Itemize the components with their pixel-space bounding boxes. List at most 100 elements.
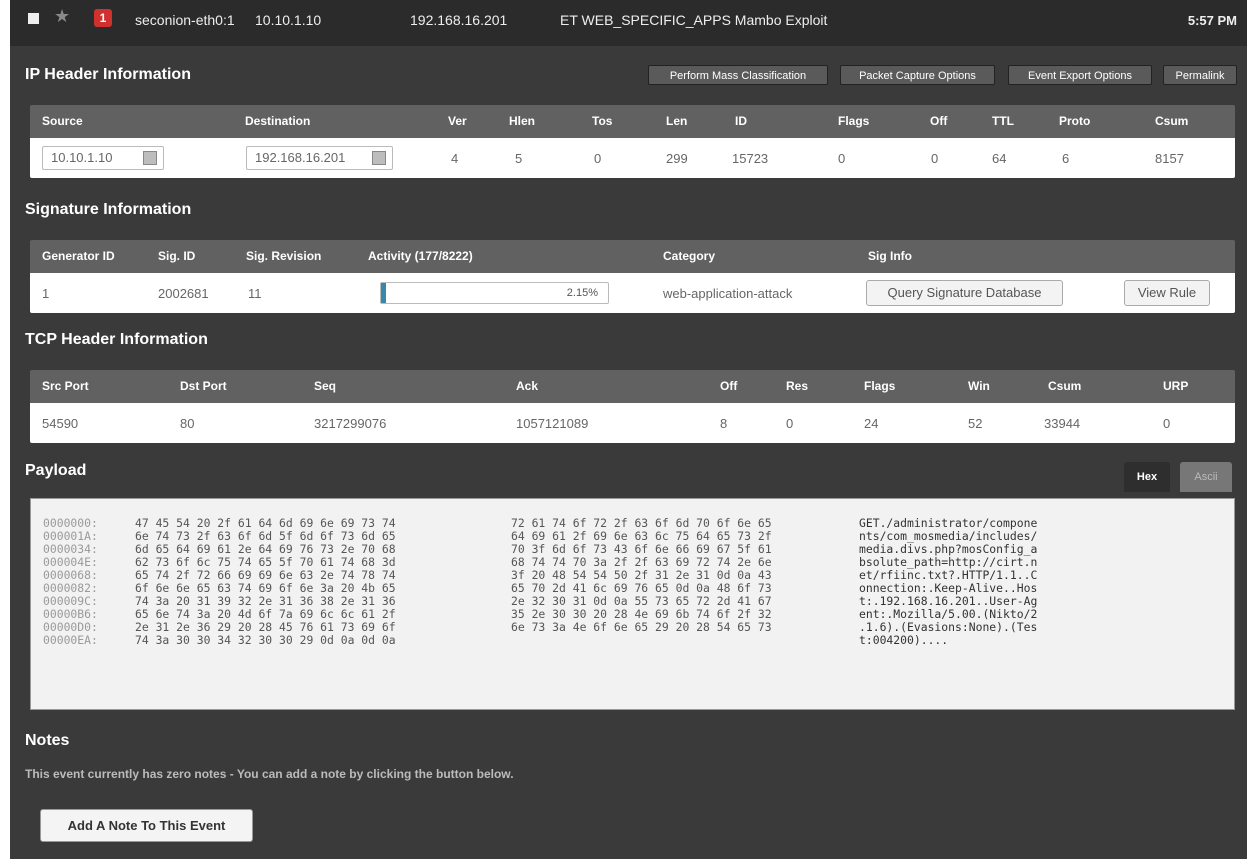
ip-header-title: IP Header Information — [25, 66, 191, 83]
destination-ip: 192.168.16.201 — [410, 12, 508, 28]
col-ack: Ack — [516, 379, 539, 393]
signature-info-title: Signature Information — [25, 201, 192, 218]
event-detail-panel: ★ 1 seconion-eth0:1 10.10.1.10 192.168.1… — [10, 0, 1247, 859]
table-row: 54590 80 3217299076 1057121089 8 0 24 52… — [30, 403, 1235, 443]
mass-classification-button[interactable]: Perform Mass Classification — [648, 65, 828, 85]
notes-empty-message: This event currently has zero notes - Yo… — [25, 767, 514, 781]
res-value: 0 — [786, 416, 794, 431]
activity-percent: 2.15% — [566, 287, 598, 299]
destination-ip-field[interactable]: 192.168.16.201 — [246, 146, 393, 170]
tcp-header-table: Src Port Dst Port Seq Ack Off Res Flags … — [30, 370, 1235, 443]
destination-ip-value: 192.168.16.201 — [255, 150, 346, 165]
sig-revision-value: 11 — [248, 286, 262, 301]
payload-hex-right: 6e 73 3a 4e 6f 6e 65 29 20 28 54 65 73 — [511, 620, 772, 634]
sensor-name: seconion-eth0:1 — [135, 12, 235, 28]
ver-value: 4 — [451, 151, 459, 166]
source-ip: 10.10.1.10 — [255, 12, 322, 28]
off-value: 8 — [720, 416, 728, 431]
payload-address: 00000EA: — [43, 633, 98, 647]
len-value: 299 — [666, 151, 688, 166]
tos-value: 0 — [594, 151, 602, 166]
event-header-bar[interactable]: ★ 1 seconion-eth0:1 10.10.1.10 192.168.1… — [10, 0, 1247, 46]
col-src-port: Src Port — [42, 379, 89, 393]
col-win: Win — [968, 379, 990, 393]
signature-info-table: Generator ID Sig. ID Sig. Revision Activ… — [30, 240, 1235, 313]
col-generator-id: Generator ID — [42, 249, 115, 263]
source-ip-value: 10.10.1.10 — [51, 150, 113, 165]
col-flags: Flags — [864, 379, 896, 393]
col-source: Source — [42, 114, 83, 128]
source-ip-field[interactable]: 10.10.1.10 — [42, 146, 164, 170]
tcp-header-title: TCP Header Information — [25, 331, 208, 348]
col-ttl: TTL — [992, 114, 1014, 128]
col-activity: Activity (177/8222) — [368, 249, 473, 263]
csum-value: 33944 — [1044, 416, 1081, 431]
flags-value: 24 — [864, 416, 879, 431]
table-header: Source Destination Ver Hlen Tos Len ID F… — [30, 105, 1235, 138]
urp-value: 0 — [1163, 416, 1171, 431]
signature-name: ET WEB_SPECIFIC_APPS Mambo Exploit — [560, 12, 828, 28]
square-icon[interactable] — [143, 151, 157, 165]
col-off: Off — [720, 379, 738, 393]
col-seq: Seq — [314, 379, 337, 393]
off-value: 0 — [931, 151, 939, 166]
event-export-options-button[interactable]: Event Export Options — [1008, 65, 1152, 85]
event-time: 5:57 PM — [1187, 13, 1237, 28]
col-urp: URP — [1163, 379, 1189, 393]
col-csum: Csum — [1155, 114, 1189, 128]
col-flags: Flags — [838, 114, 870, 128]
tab-hex[interactable]: Hex — [1124, 462, 1170, 492]
tab-ascii[interactable]: Ascii — [1180, 462, 1232, 492]
col-destination: Destination — [245, 114, 311, 128]
payload-ascii: t:004200).... — [859, 633, 949, 647]
csum-value: 8157 — [1155, 151, 1184, 166]
col-hlen: Hlen — [509, 114, 536, 128]
permalink-button[interactable]: Permalink — [1163, 65, 1237, 85]
col-sig-revision: Sig. Revision — [246, 249, 322, 263]
ack-value: 1057121089 — [516, 416, 589, 431]
star-icon[interactable]: ★ — [54, 6, 70, 27]
notes-title: Notes — [25, 732, 70, 749]
hlen-value: 5 — [515, 151, 523, 166]
id-value: 15723 — [732, 151, 769, 166]
col-id: ID — [735, 114, 747, 128]
proto-value: 6 — [1062, 151, 1070, 166]
col-proto: Proto — [1059, 114, 1091, 128]
col-tos: Tos — [592, 114, 613, 128]
table-row: 1 2002681 11 2.15% web-application-attac… — [30, 273, 1235, 313]
sig-id-value: 2002681 — [158, 286, 209, 301]
payload-hex-left: 74 3a 30 30 34 32 30 30 29 0d 0a 0d 0a — [135, 633, 396, 647]
col-category: Category — [663, 249, 716, 263]
packet-capture-options-button[interactable]: Packet Capture Options — [840, 65, 995, 85]
col-len: Len — [666, 114, 688, 128]
dst-port-value: 80 — [180, 416, 195, 431]
col-ver: Ver — [448, 114, 467, 128]
event-count-badge: 1 — [94, 9, 112, 27]
square-icon[interactable] — [372, 151, 386, 165]
col-off: Off — [930, 114, 948, 128]
flags-value: 0 — [838, 151, 846, 166]
ttl-value: 64 — [992, 151, 1007, 166]
table-row: 10.10.1.10 192.168.16.201 4 5 0 299 1572… — [30, 138, 1235, 178]
col-dst-port: Dst Port — [180, 379, 227, 393]
seq-value: 3217299076 — [314, 416, 387, 431]
category-value: web-application-attack — [663, 286, 793, 301]
col-csum: Csum — [1048, 379, 1082, 393]
src-port-value: 54590 — [42, 416, 79, 431]
add-note-button[interactable]: Add A Note To This Event — [40, 809, 253, 842]
generator-id-value: 1 — [42, 286, 50, 301]
activity-progress-fill — [381, 283, 386, 303]
col-sig-id: Sig. ID — [158, 249, 196, 263]
checkbox-icon[interactable] — [28, 13, 39, 24]
col-sig-info: Sig Info — [868, 249, 912, 263]
activity-progress-bar: 2.15% — [380, 282, 609, 304]
win-value: 52 — [968, 416, 983, 431]
table-header: Src Port Dst Port Seq Ack Off Res Flags … — [30, 370, 1235, 403]
ip-header-table: Source Destination Ver Hlen Tos Len ID F… — [30, 105, 1235, 178]
view-rule-button[interactable]: View Rule — [1124, 280, 1210, 306]
payload-title: Payload — [25, 462, 87, 479]
payload-hex-dump: 0000000: 47 45 54 20 2f 61 64 6d 69 6e 69… — [30, 498, 1235, 710]
query-signature-database-button[interactable]: Query Signature Database — [866, 280, 1063, 306]
col-res: Res — [786, 379, 809, 393]
table-header: Generator ID Sig. ID Sig. Revision Activ… — [30, 240, 1235, 273]
